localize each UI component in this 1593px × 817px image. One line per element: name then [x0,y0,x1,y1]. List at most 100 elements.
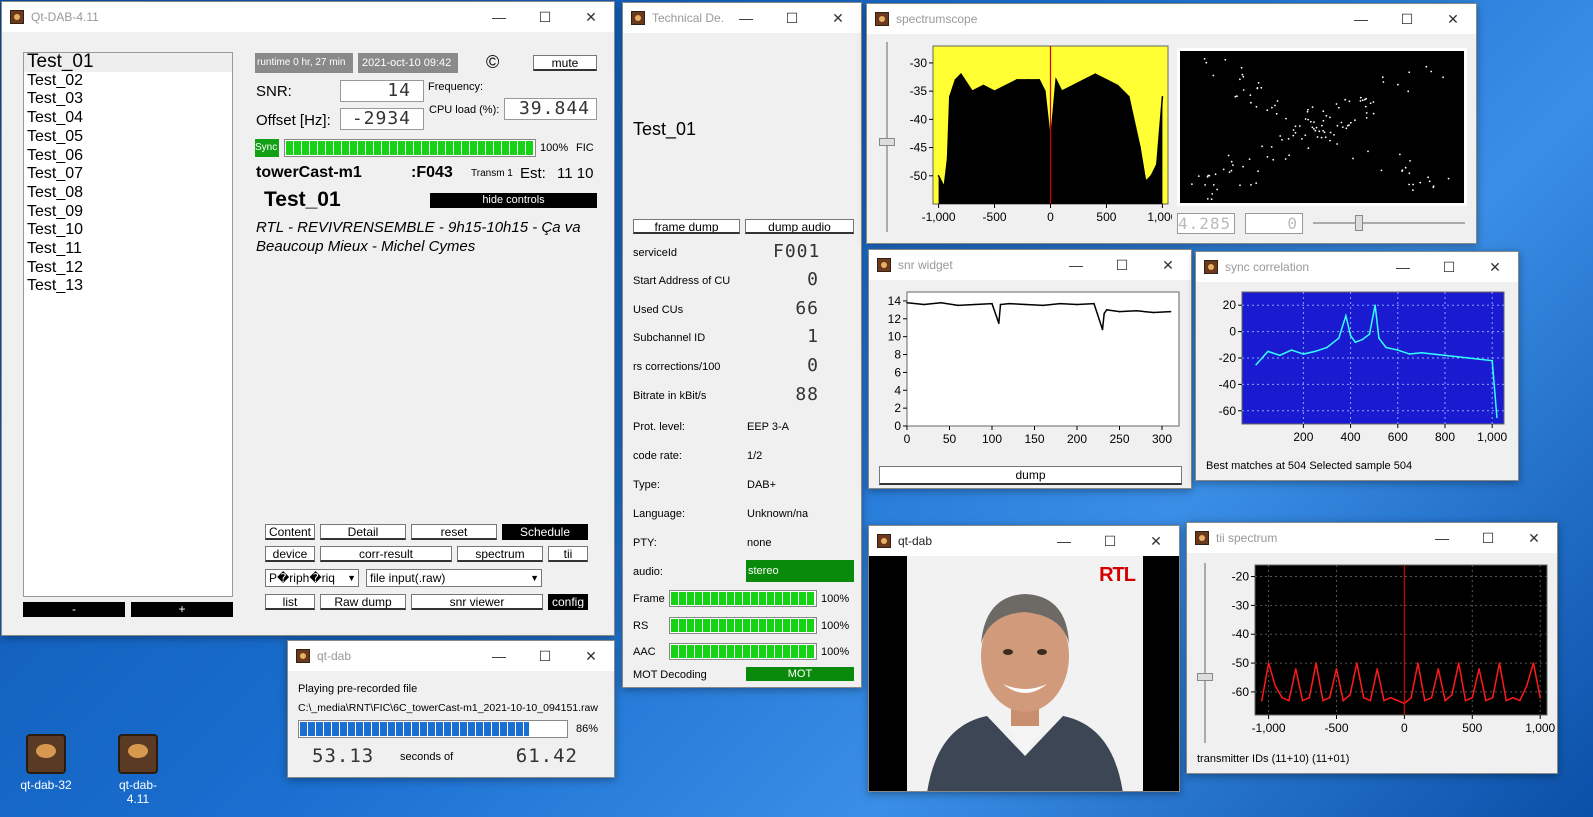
iq-scale-slider[interactable] [1313,215,1465,231]
y-tick-label: -45 [910,141,928,155]
service-list-item[interactable]: Test_12 [24,259,232,278]
bitrate-label: Bitrate in kBit/s [633,390,707,402]
data-point [1383,699,1385,702]
progress-titlebar[interactable]: qt-dab — ☐ ✕ [288,641,614,671]
mute-button[interactable]: mute [533,55,597,71]
service-list[interactable]: Test_01 Test_02 Test_03 Test_04 Test_05 Test_… [23,52,233,597]
service-list-item[interactable]: Test_01 [24,52,232,72]
tii-amplification-slider[interactable] [1197,563,1213,743]
app-icon [877,258,891,272]
iq-point [1214,173,1217,176]
minimize-icon[interactable]: — [1041,533,1087,549]
desktop-icon-qt-dab-32[interactable]: qt-dab-32 [16,734,76,792]
frame-label: Frame [633,593,665,605]
close-icon[interactable]: ✕ [1133,533,1179,550]
minus-button[interactable]: - [23,602,125,617]
service-list-item[interactable]: Test_11 [24,240,232,259]
close-icon[interactable]: ✕ [568,9,614,26]
sync-titlebar[interactable]: sync correlation — ☐ ✕ [1196,252,1518,282]
slide-titlebar[interactable]: qt-dab — ☐ ✕ [869,526,1179,556]
iq-point [1408,183,1410,186]
close-icon[interactable]: ✕ [1511,530,1557,547]
service-list-item[interactable]: Test_09 [24,203,232,222]
desktop-icon-label: qt-dab-32 [20,778,72,792]
service-list-item[interactable]: Test_10 [24,221,232,240]
close-icon[interactable]: ✕ [1430,11,1476,28]
service-list-item[interactable]: Test_04 [24,109,232,128]
iq-point [1230,169,1233,172]
close-icon[interactable]: ✕ [568,648,614,665]
service-list-item[interactable]: Test_07 [24,165,232,184]
schedule-button[interactable]: Schedule [502,524,588,540]
close-icon[interactable]: ✕ [1145,257,1191,274]
config-button[interactable]: config [548,594,588,610]
data-point [1152,311,1155,314]
aac-quality-bar [669,643,817,660]
service-list-item[interactable]: Test_05 [24,128,232,147]
snr-dump-button[interactable]: dump [879,466,1182,485]
corr-result-button[interactable]: corr-result [320,546,452,562]
data-point [998,322,1000,325]
service-list-item[interactable]: Test_06 [24,147,232,166]
minimize-icon[interactable]: — [1419,530,1465,546]
maximize-icon[interactable]: ☐ [1426,259,1472,276]
maximize-icon[interactable]: ☐ [522,9,568,26]
spectrum-amplification-slider[interactable] [879,42,895,232]
dump-audio-button[interactable]: dump audio [745,219,854,234]
data-point [1008,302,1010,305]
data-point [1496,416,1498,419]
data-point [1478,668,1480,670]
data-point [1281,696,1283,699]
spectrum-titlebar[interactable]: spectrumscope — ☐ ✕ [867,4,1476,34]
frame-dump-button[interactable]: frame dump [633,219,740,234]
spectrum-lcd-left: 4.285 [1177,213,1235,234]
tii-button[interactable]: tii [548,546,588,562]
maximize-icon[interactable]: ☐ [522,648,568,665]
iq-point [1248,158,1251,160]
minimize-icon[interactable]: — [476,9,522,25]
minimize-icon[interactable]: — [476,648,522,664]
content-button[interactable]: Content [265,524,315,540]
audio-label: audio: [633,566,663,578]
service-list-item[interactable]: Test_03 [24,90,232,109]
copyright-icon[interactable]: © [486,52,499,73]
minimize-icon[interactable]: — [1338,11,1384,27]
list-button[interactable]: list [265,594,315,610]
reset-button[interactable]: reset [411,524,497,540]
data-point [1103,312,1105,315]
device-select[interactable]: file input(.raw) ▼ [366,569,542,587]
maximize-icon[interactable]: ☐ [769,10,815,27]
minimize-icon[interactable]: — [1380,259,1426,275]
tech-titlebar[interactable]: Technical De... — ☐ ✕ [623,3,861,33]
maximize-icon[interactable]: ☐ [1465,530,1511,547]
service-list-item[interactable]: Test_08 [24,184,232,203]
snr-titlebar[interactable]: snr widget — ☐ ✕ [869,250,1191,280]
preset-select[interactable]: P�riph�riq ▼ [265,569,359,587]
raw-dump-button[interactable]: Raw dump [320,594,406,610]
iq-point [1349,121,1352,124]
spectrum-button[interactable]: spectrum [457,546,543,562]
maximize-icon[interactable]: ☐ [1099,257,1145,274]
service-list-item[interactable]: Test_02 [24,72,232,91]
seconds-of-label: seconds of [400,751,454,763]
iq-point [1447,177,1450,180]
hide-controls-button[interactable]: hide controls [430,193,597,208]
plus-button[interactable]: + [131,602,233,617]
tii-titlebar[interactable]: tii spectrum — ☐ ✕ [1187,523,1557,553]
iq-point [1380,169,1383,172]
iq-point [1314,129,1317,132]
maximize-icon[interactable]: ☐ [1087,533,1133,550]
detail-button[interactable]: Detail [320,524,406,540]
iq-point [1266,109,1269,111]
subchannel-value: 1 [807,326,819,347]
main-titlebar[interactable]: Qt-DAB-4.11 — ☐ ✕ [2,2,614,32]
device-button[interactable]: device [265,546,315,562]
snr-viewer-button[interactable]: snr viewer [411,594,543,610]
maximize-icon[interactable]: ☐ [1384,11,1430,28]
desktop-icon-qt-dab-411[interactable]: qt-dab-4.11 [108,734,168,806]
close-icon[interactable]: ✕ [815,10,861,27]
service-list-item[interactable]: Test_13 [24,277,232,296]
minimize-icon[interactable]: — [723,10,769,26]
close-icon[interactable]: ✕ [1472,259,1518,276]
minimize-icon[interactable]: — [1053,257,1099,273]
